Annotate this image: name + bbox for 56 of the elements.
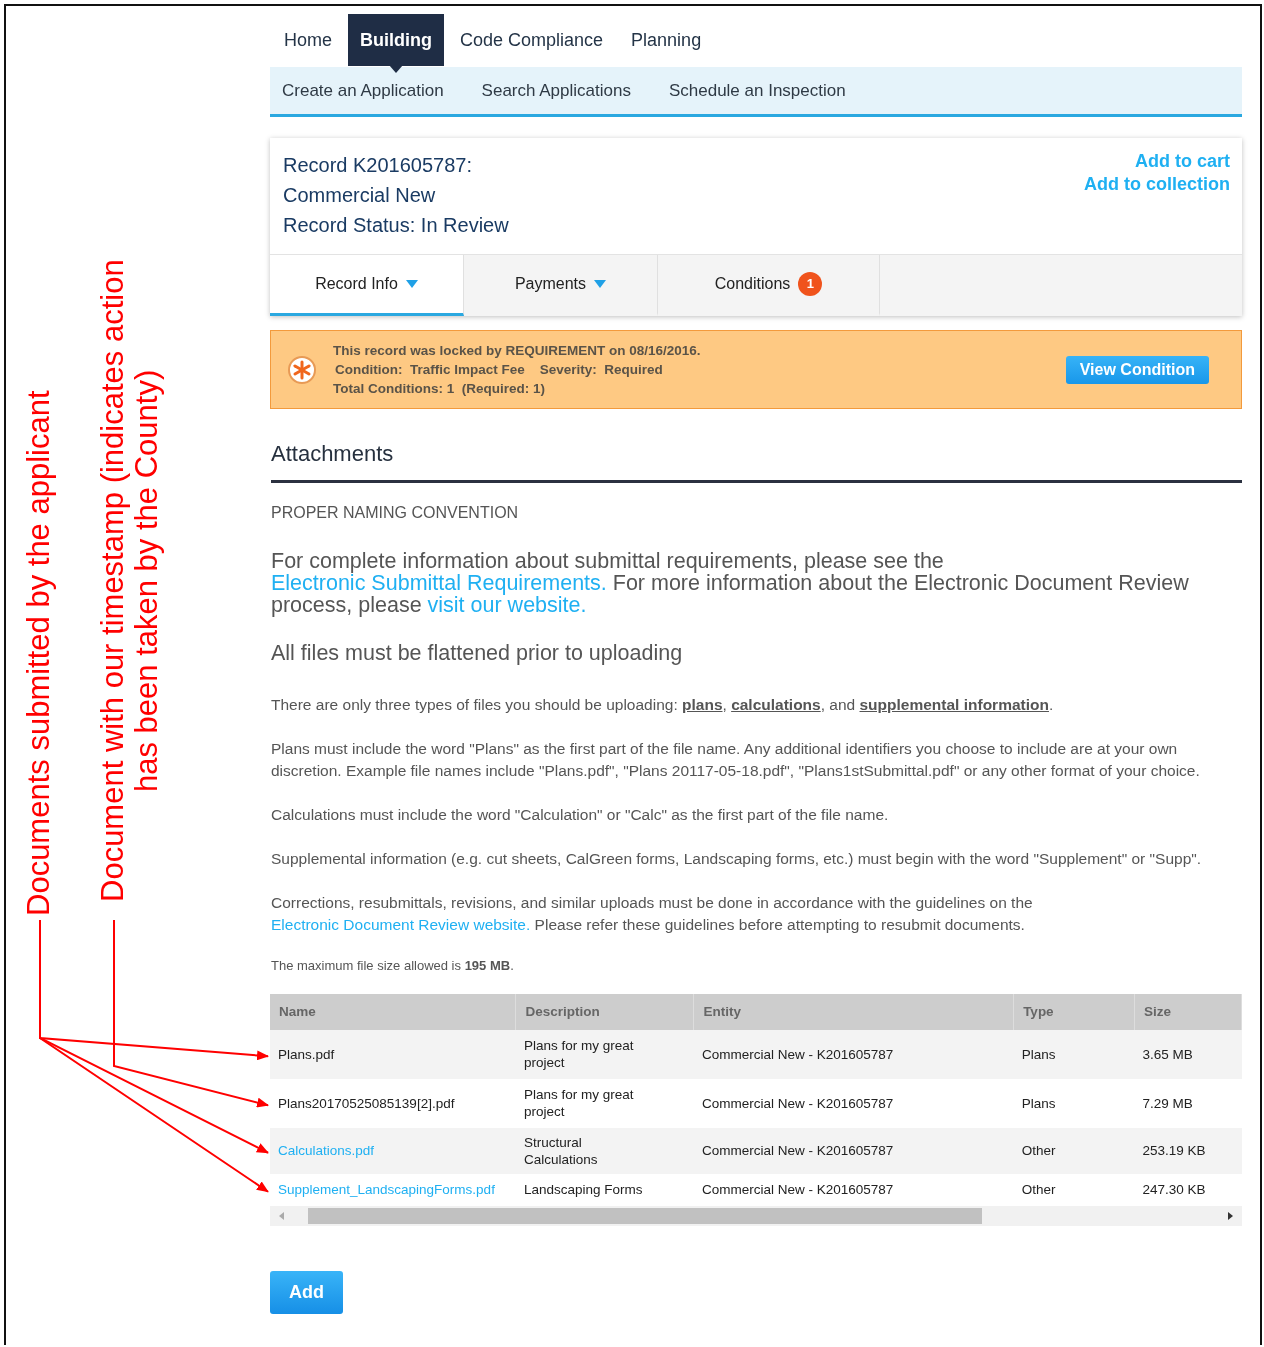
table-cell: Commercial New - K201605787: [693, 1078, 1014, 1128]
scroll-left-icon[interactable]: [278, 1210, 286, 1221]
table-cell: Commercial New - K201605787: [693, 1127, 1014, 1174]
asterisk-icon: [287, 354, 317, 385]
table-cell: Structural Calculations: [515, 1127, 694, 1174]
table-cell: Plans20170525085139[2].pdf: [270, 1078, 516, 1128]
table-cell: Other: [1013, 1127, 1135, 1174]
alert-text: Condition: Traffic Impact Fee Severity: Required: [334, 361, 664, 379]
column-header: Size: [1134, 993, 1242, 1030]
record-tab[interactable]: Record Info: [270, 255, 464, 316]
paragraph: Plans must include the word "Plans" as the first part of the file name. Any additional identifiers you choose to include are at your own discretion. Example file names include "Plans.pdf", "Plans 20117-05-18.pdf", "Plans1stSubmittal.pdf" or any other format of your choice.: [271, 739, 1201, 781]
paragraph: Corrections, resubmittals, revisions, and similar uploads must be done in accordance with the guidelines on the Electronic Document Review website. Please refer these guidelines before attempting to resubmit documents.: [271, 893, 1034, 935]
count-badge: 1: [798, 272, 823, 296]
column-header: Type: [1013, 993, 1135, 1030]
table-cell: Landscaping Forms: [515, 1173, 694, 1206]
column-header: Entity: [693, 993, 1014, 1030]
scroll-right-icon[interactable]: [1226, 1210, 1234, 1221]
record-title: Record K201605787:: [283, 153, 474, 178]
nav-tab[interactable]: Home: [272, 14, 344, 66]
subnav-link[interactable]: Create an Application: [282, 77, 444, 104]
table-cell: Plans for my great project: [515, 1078, 694, 1128]
paragraph: There are only three types of files you should be uploading: plans, calculations, and supplemental information.: [271, 695, 1055, 715]
nav-tab[interactable]: Planning: [619, 14, 714, 66]
record-title: Commercial New: [283, 183, 437, 208]
caret-icon: [405, 280, 418, 288]
annotation-text: Document with our timestamp (indicates action has been taken by the County): [96, 258, 164, 905]
table-cell: 3.65 MB: [1134, 1029, 1242, 1079]
column-header: Description: [515, 993, 694, 1030]
subnav-link[interactable]: Schedule an Inspection: [668, 77, 846, 104]
table-cell: Plans for my great project: [515, 1029, 694, 1079]
subnav-link[interactable]: Search Applications: [481, 77, 631, 104]
record-title: Record Status: In Review: [283, 213, 509, 238]
table-cell: 7.29 MB: [1134, 1078, 1242, 1128]
section-title: Attachments: [271, 437, 1242, 483]
section-subtitle: PROPER NAMING CONVENTION: [271, 503, 520, 523]
paragraph: For complete information about submittal requirements, please see the Electronic Submittal Requirements. For more information about the Electronic Document Review process, please visit our website.: [271, 550, 1190, 616]
caret-icon: [594, 280, 607, 288]
table-cell: Commercial New - K201605787: [693, 1173, 1014, 1206]
table-cell: Plans.pdf: [270, 1029, 516, 1079]
table-cell: Plans: [1013, 1078, 1135, 1128]
paragraph: All files must be flattened prior to uploading: [271, 642, 684, 664]
annotation-text: Documents submitted by the applicant: [22, 389, 56, 916]
horizontal-scrollbar[interactable]: [270, 1205, 1242, 1226]
paragraph: Calculations must include the word "Calculation" or "Calc" as the first part of the file name.: [271, 805, 890, 825]
paragraph: The maximum file size allowed is 195 MB.: [271, 957, 515, 975]
table-cell: Other: [1013, 1173, 1135, 1206]
alert-text: Total Conditions: 1 (Required: 1): [333, 380, 546, 398]
pointer-icon: [389, 65, 403, 73]
column-header: Name: [270, 993, 516, 1030]
table-cell: 247.30 KB: [1134, 1173, 1242, 1206]
table-cell: 253.19 KB: [1134, 1127, 1242, 1174]
alert-text: This record was locked by REQUIREMENT on 08/16/2016.: [333, 342, 702, 360]
table-cell: Commercial New - K201605787: [693, 1029, 1014, 1079]
paragraph: Supplemental information (e.g. cut sheets, CalGreen forms, Landscaping forms, etc.) must begin with the word "Supplement" or "Supp".: [271, 849, 1203, 869]
nav-tab[interactable]: Code Compliance: [448, 14, 616, 66]
table-cell: Plans: [1013, 1029, 1135, 1079]
